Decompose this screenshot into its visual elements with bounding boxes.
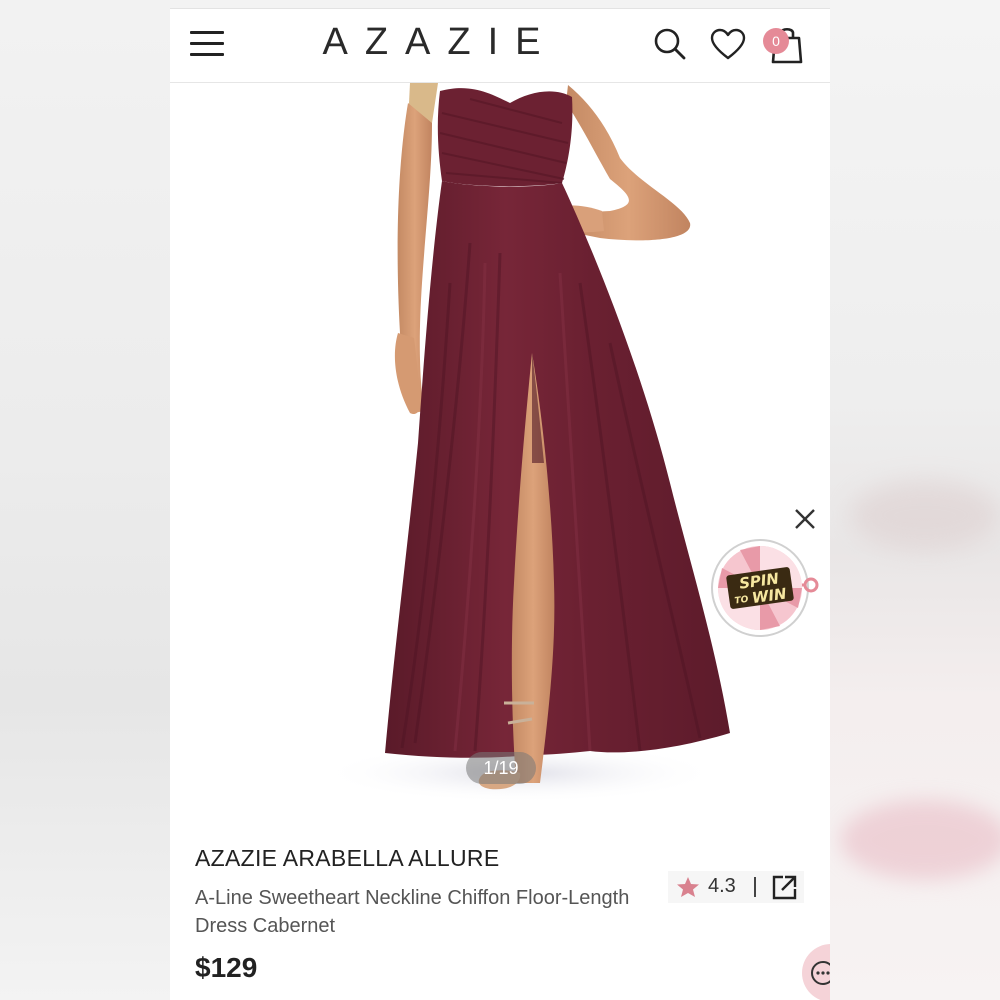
product-photo: [320, 83, 730, 803]
site-header: AZAZIE 0: [170, 9, 830, 83]
image-counter: 1/19: [466, 752, 536, 784]
chat-icon: [811, 961, 830, 985]
rating-value[interactable]: 4.3: [708, 875, 736, 898]
star-icon: [677, 877, 699, 897]
blurred-background-left: [0, 0, 170, 1000]
blurred-background-right: [830, 0, 1000, 1000]
product-info: AZAZIE ARABELLA ALLURE A-Line Sweetheart…: [170, 825, 830, 1000]
rating-share-box: 4.3: [668, 871, 804, 903]
spin-label-to: TO: [734, 595, 749, 607]
product-description: A-Line Sweetheart Neckline Chiffon Floor…: [195, 887, 630, 937]
status-strip: [170, 0, 830, 9]
product-page: AZAZIE 0 1/19 SPIN TO WIN AZAZIE ARABELL…: [170, 0, 830, 1000]
share-icon[interactable]: [771, 874, 798, 901]
brand-logo[interactable]: AZAZIE: [320, 21, 560, 64]
cart-count-badge: 0: [763, 28, 789, 54]
product-price: $129: [195, 952, 258, 983]
product-image-gallery[interactable]: 1/19 SPIN TO WIN: [170, 83, 830, 825]
product-brand: AZAZIE ARABELLA ALLURE: [195, 845, 500, 871]
divider: [754, 877, 756, 897]
search-icon[interactable]: [653, 27, 687, 61]
close-icon[interactable]: [792, 506, 818, 532]
spin-to-win-wheel[interactable]: SPIN TO WIN: [710, 538, 825, 638]
menu-icon[interactable]: [190, 31, 224, 57]
heart-icon[interactable]: [710, 28, 746, 62]
